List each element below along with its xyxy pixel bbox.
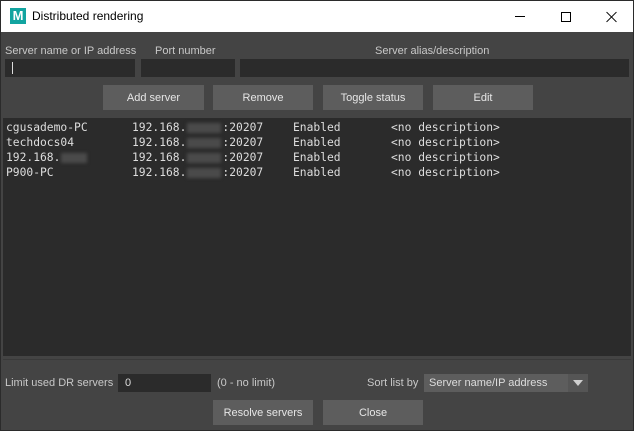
maximize-icon <box>561 11 571 22</box>
limit-dr-servers-input[interactable] <box>118 374 211 392</box>
server-description: <no description> <box>391 121 500 134</box>
server-name-input[interactable] <box>5 59 135 77</box>
server-description: <no description> <box>391 166 500 179</box>
chevron-down-icon <box>573 380 583 386</box>
server-name: 192.168. <box>6 151 88 164</box>
server-name: techdocs04 <box>6 136 75 149</box>
server-row[interactable]: 192.168. 192.168.:20207 Enabled <no desc… <box>3 151 631 166</box>
port-number-input[interactable] <box>141 59 235 77</box>
toggle-status-button[interactable]: Toggle status <box>323 85 423 110</box>
server-name: P900-PC <box>6 166 54 179</box>
window-title: Distributed rendering <box>32 9 144 23</box>
server-status: Enabled <box>293 136 341 149</box>
maya-app-icon: M <box>10 8 26 24</box>
divider <box>3 359 631 360</box>
close-button[interactable]: Close <box>323 400 423 425</box>
server-status: Enabled <box>293 166 341 179</box>
maximize-button[interactable] <box>543 1 589 32</box>
sort-list-select[interactable]: Server name/IP address <box>424 374 588 392</box>
server-description: <no description> <box>391 151 500 164</box>
limit-hint: (0 - no limit) <box>217 377 276 389</box>
server-alias-label: Server alias/description <box>375 45 490 57</box>
resolve-servers-button[interactable]: Resolve servers <box>213 400 313 425</box>
server-list[interactable]: cgusademo-PC 192.168.:20207 Enabled <no … <box>3 118 631 356</box>
server-description: <no description> <box>391 136 500 149</box>
server-ip: 192.168.:20207 <box>132 121 264 134</box>
server-row[interactable]: P900-PC 192.168.:20207 Enabled <no descr… <box>3 166 631 181</box>
server-ip: 192.168.:20207 <box>132 166 264 179</box>
server-ip: 192.168.:20207 <box>132 151 264 164</box>
edit-button[interactable]: Edit <box>433 85 533 110</box>
distributed-rendering-window: M Distributed rendering Server name or I… <box>0 0 634 431</box>
server-status: Enabled <box>293 121 341 134</box>
limit-dr-servers-label: Limit used DR servers <box>5 377 114 389</box>
server-row[interactable]: cgusademo-PC 192.168.:20207 Enabled <no … <box>3 121 631 136</box>
sort-list-label: Sort list by <box>367 377 419 389</box>
minimize-icon <box>515 16 525 17</box>
close-window-button[interactable] <box>589 1 634 32</box>
port-number-label: Port number <box>155 45 216 57</box>
server-alias-input[interactable] <box>240 59 629 77</box>
close-icon <box>606 11 618 23</box>
sort-selected-value: Server name/IP address <box>429 377 548 389</box>
server-ip: 192.168.:20207 <box>132 136 264 149</box>
server-name: cgusademo-PC <box>6 121 88 134</box>
add-server-button[interactable]: Add server <box>103 85 204 110</box>
server-name-label: Server name or IP address <box>5 45 137 57</box>
text-caret <box>12 62 13 74</box>
dropdown-arrow[interactable] <box>568 374 588 392</box>
server-status: Enabled <box>293 151 341 164</box>
server-row[interactable]: techdocs04 192.168.:20207 Enabled <no de… <box>3 136 631 151</box>
title-bar[interactable]: M Distributed rendering <box>1 1 633 32</box>
minimize-button[interactable] <box>497 1 543 32</box>
remove-button[interactable]: Remove <box>213 85 313 110</box>
